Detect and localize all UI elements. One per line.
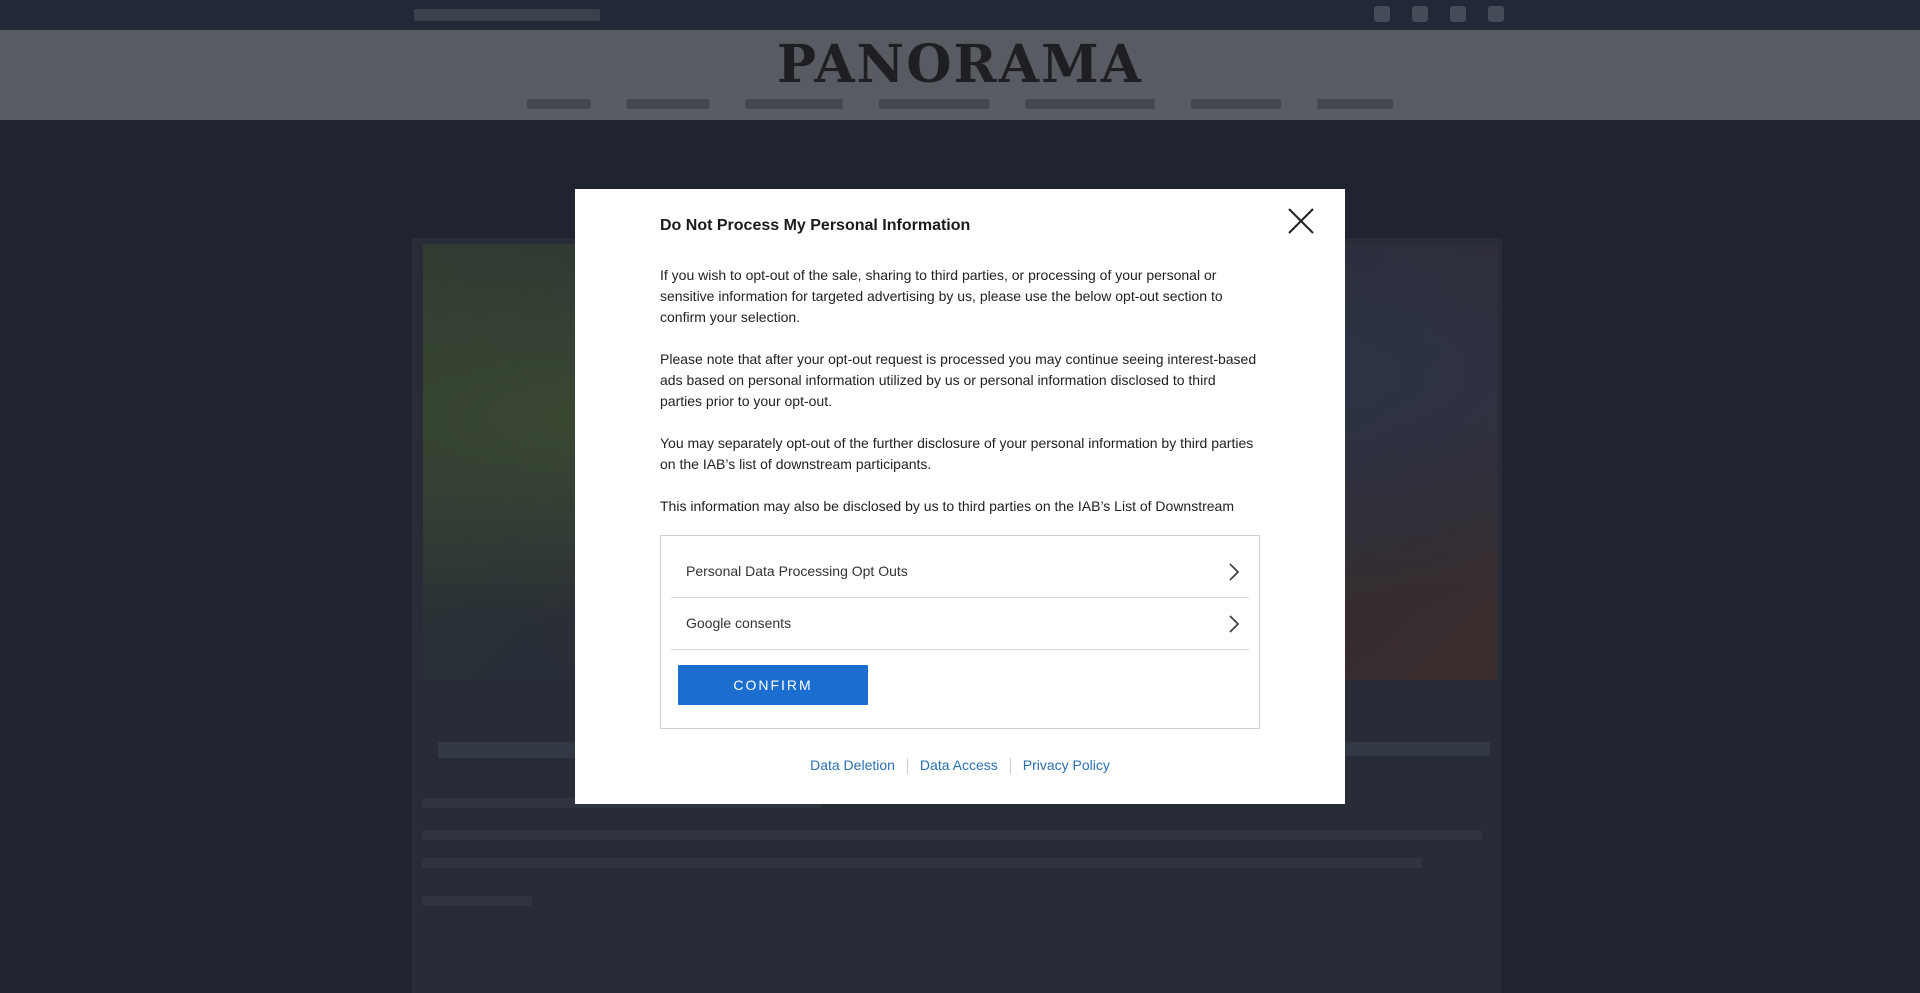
option-personal-data-opt-outs[interactable]: Personal Data Processing Opt Outs xyxy=(671,546,1249,598)
modal-title: Do Not Process My Personal Information xyxy=(660,217,971,234)
chevron-right-icon xyxy=(1229,563,1240,581)
data-access-link[interactable]: Data Access xyxy=(908,757,1010,773)
confirm-button[interactable]: CONFIRM xyxy=(678,665,868,705)
modal-body: If you wish to opt-out of the sale, shar… xyxy=(660,265,1260,515)
close-button[interactable] xyxy=(1285,205,1317,237)
modal-paragraph: This information may also be disclosed b… xyxy=(660,498,1235,514)
modal-paragraph: You may separately opt-out of the furthe… xyxy=(660,435,1254,472)
option-label: Personal Data Processing Opt Outs xyxy=(686,563,908,579)
privacy-modal: Do Not Process My Personal Information I… xyxy=(575,189,1345,804)
modal-paragraph: If you wish to opt-out of the sale, shar… xyxy=(660,267,1223,325)
option-google-consents[interactable]: Google consents xyxy=(671,598,1249,650)
option-label: Google consents xyxy=(686,615,792,631)
footer-links: Data Deletion Data Access Privacy Policy xyxy=(575,757,1345,775)
opt-out-options: Personal Data Processing Opt Outs Google… xyxy=(660,535,1260,729)
privacy-policy-link[interactable]: Privacy Policy xyxy=(1011,757,1122,773)
data-deletion-link[interactable]: Data Deletion xyxy=(798,757,907,773)
modal-paragraph: Please note that after your opt-out requ… xyxy=(660,351,1257,409)
chevron-right-icon xyxy=(1229,615,1240,633)
close-icon xyxy=(1288,208,1314,234)
